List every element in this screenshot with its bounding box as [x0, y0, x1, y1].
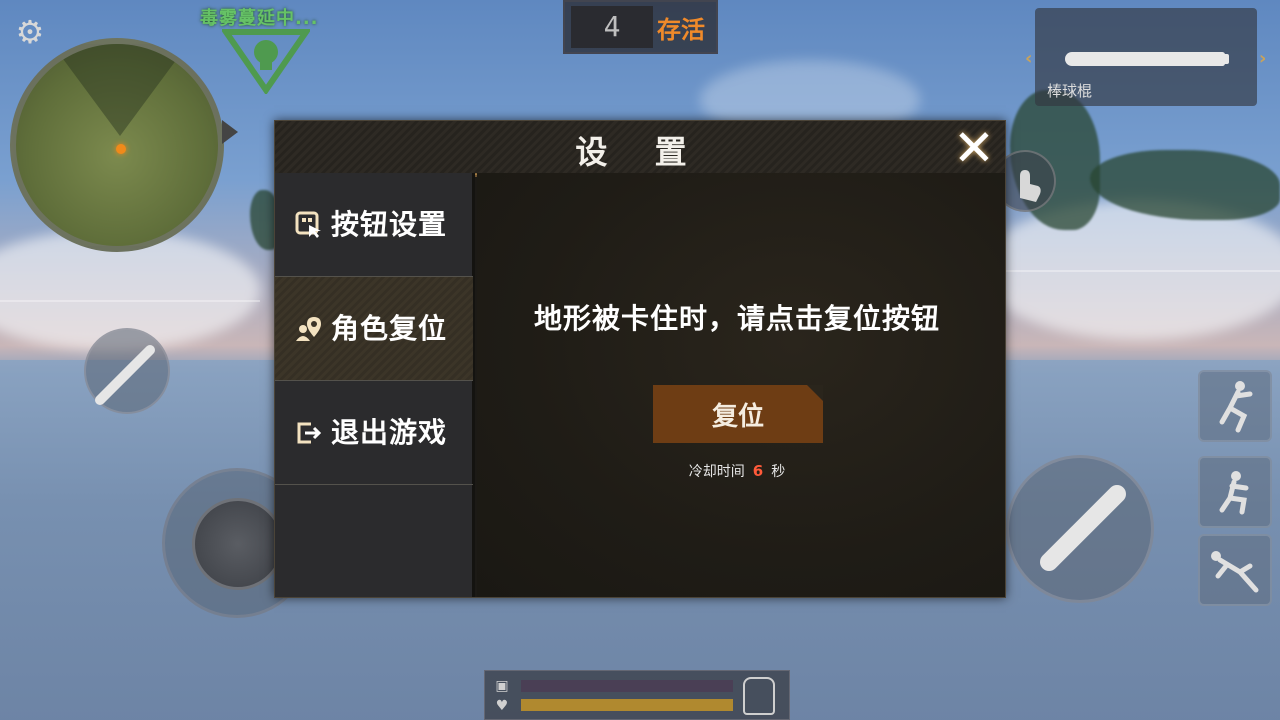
settings-dialog: 设 置 ✕ 按钮设置 角色复位 退出游戏 地形被卡住时，请点击复位按钮 复位 冷…: [274, 120, 1006, 598]
minimap[interactable]: [10, 38, 224, 252]
backpack-icon[interactable]: [743, 677, 775, 715]
joystick-thumb[interactable]: [192, 498, 284, 590]
bat-knob: [1221, 54, 1229, 64]
character-reset-icon: [296, 317, 321, 341]
crouch-pose-icon: [1219, 471, 1249, 515]
cooldown-value: 6: [752, 462, 764, 480]
prone-button[interactable]: [1198, 534, 1272, 606]
exit-icon: [297, 422, 322, 444]
cooldown-label: 冷却时间: [688, 464, 745, 480]
close-icon[interactable]: ✕: [951, 123, 997, 173]
status-panel: ▣ ♥: [484, 670, 790, 720]
sidebar-item-label: 按钮设置: [331, 208, 448, 241]
armor-bar: [521, 680, 733, 692]
secondary-attack-button[interactable]: [84, 328, 170, 414]
attack-button[interactable]: [1006, 455, 1154, 603]
chevron-right-icon[interactable]: ›: [1259, 48, 1266, 69]
gear-icon[interactable]: ⚙: [12, 14, 48, 50]
poison-status-text: 毒雾蔓延中...: [200, 8, 319, 29]
baseball-bat-icon: [1040, 485, 1126, 571]
player-marker: [116, 144, 126, 154]
survivor-label: 存活: [657, 16, 705, 44]
chevron-left-icon[interactable]: ‹: [1025, 48, 1032, 69]
sidebar-item-exit-game[interactable]: 退出游戏: [275, 381, 473, 485]
sidebar-item-label: 角色复位: [331, 312, 448, 345]
settings-sidebar: 按钮设置 角色复位 退出游戏: [275, 173, 475, 597]
reset-instruction-text: 地形被卡住时，请点击复位按钮: [533, 302, 940, 335]
dialog-header: 设 置 ✕: [275, 121, 1005, 177]
armor-icon: ▣: [495, 678, 509, 694]
jump-button[interactable]: [1198, 370, 1272, 442]
prone-pose-icon: [1211, 551, 1259, 593]
survivor-count: 4: [571, 6, 653, 48]
weapon-slot[interactable]: ‹ › 棒球棍: [1025, 8, 1266, 106]
health-bar: [521, 699, 733, 711]
weapon-name: 棒球棍: [1047, 82, 1093, 100]
button-settings-icon: [295, 211, 321, 238]
settings-content: 地形被卡住时，请点击复位按钮 复位 冷却时间 6 秒: [477, 173, 1005, 597]
poison-skull-icon: [222, 29, 310, 94]
baseball-bat-icon: [1065, 52, 1225, 66]
cooldown-unit: 秒: [771, 464, 786, 480]
cooldown-text: 冷却时间 6 秒: [477, 461, 997, 481]
sidebar-item-label: 退出游戏: [331, 416, 448, 449]
dialog-title: 设 置: [575, 133, 705, 171]
jump-pose-icon: [1219, 381, 1253, 433]
survivor-counter: 4 存活: [563, 0, 718, 54]
baseball-bat-icon: [95, 345, 155, 405]
reset-button-corner: [807, 385, 823, 401]
sidebar-item-button-settings[interactable]: 按钮设置: [275, 173, 473, 277]
minimap-direction-icon: [222, 120, 238, 144]
reset-button[interactable]: 复位: [653, 385, 823, 443]
sidebar-item-character-reset[interactable]: 角色复位: [275, 277, 473, 381]
view-cone: [52, 44, 188, 136]
crouch-button[interactable]: [1198, 456, 1272, 528]
heart-icon: ♥: [495, 698, 509, 714]
